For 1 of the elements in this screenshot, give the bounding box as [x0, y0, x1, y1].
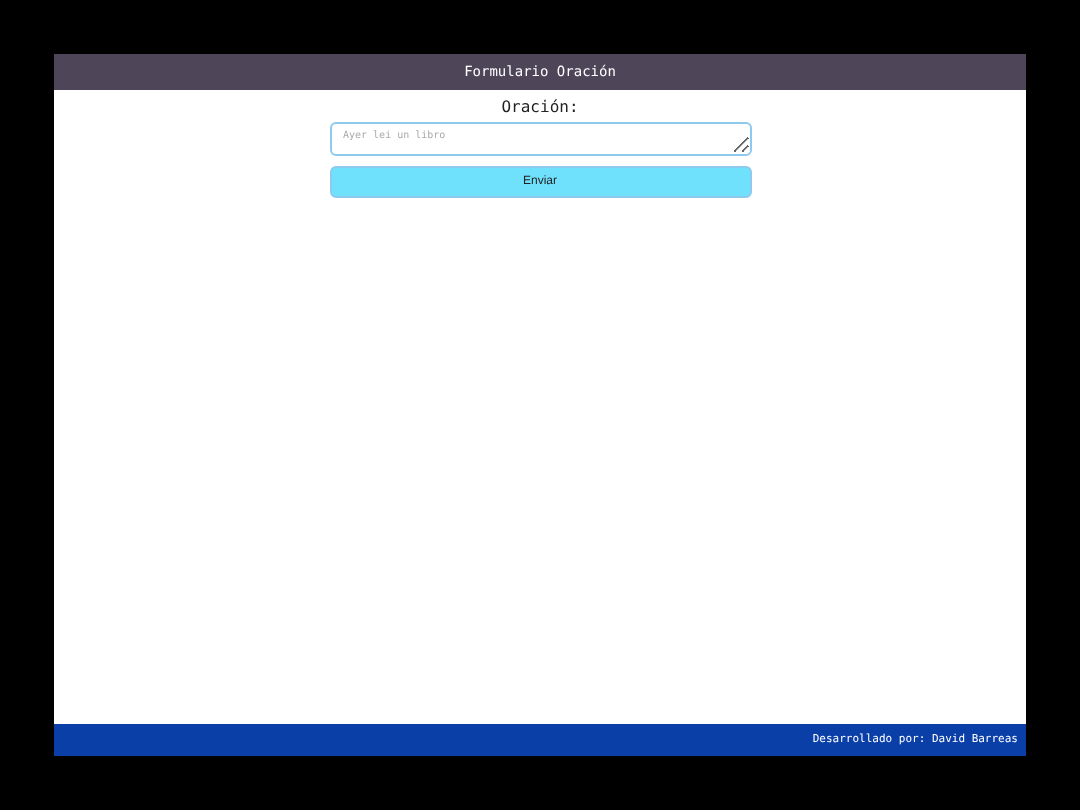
field-label: Oración:: [501, 96, 579, 120]
